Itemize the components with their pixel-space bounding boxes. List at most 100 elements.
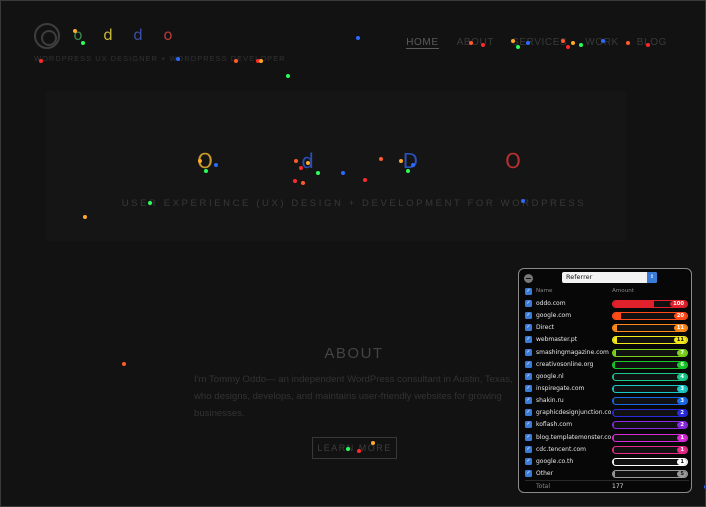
heatmap-dot	[294, 159, 298, 163]
heatmap-dot	[198, 159, 202, 163]
brand-letter: o	[163, 26, 175, 44]
referrer-row[interactable]: ✓ google.com 20	[525, 310, 689, 322]
row-checkbox[interactable]: ✓	[525, 384, 532, 392]
referrer-row[interactable]: ✓ creativosonline.org 6	[525, 359, 689, 371]
heatmap-dot	[356, 36, 360, 40]
referrer-row[interactable]: ✓ Other 5	[525, 468, 689, 480]
total-value: 177	[612, 483, 624, 490]
nav-services[interactable]: SERVICES	[512, 37, 567, 49]
heatmap-dot	[286, 74, 290, 78]
row-checkbox[interactable]: ✓	[525, 336, 532, 344]
heatmap-dot	[579, 43, 583, 47]
amount-bar-fill	[613, 313, 622, 320]
collapse-icon[interactable]	[524, 274, 533, 283]
heatmap-dot	[399, 159, 403, 163]
referrer-name: inspiregate.com	[536, 384, 585, 392]
amount-bar: 100	[612, 300, 688, 308]
row-checkbox[interactable]: ✓	[525, 397, 532, 405]
row-checkbox[interactable]: ✓	[525, 312, 532, 320]
heatmap-dot	[411, 163, 415, 167]
referrer-row[interactable]: ✓ koflash.com 2	[525, 419, 689, 431]
referrer-name: koflash.com	[536, 421, 573, 429]
chevron-updown-icon[interactable]: ⇕	[647, 272, 657, 283]
heatmap-dot	[306, 161, 310, 165]
amount-bar: 5	[612, 469, 688, 478]
hero-wordmark: O d D O	[194, 149, 524, 173]
nav-about[interactable]: ABOUT	[457, 37, 494, 49]
amount-value: 20	[673, 313, 687, 320]
amount-bar-fill	[613, 373, 615, 380]
nav-home[interactable]: HOME	[406, 37, 439, 49]
amount-value: 7	[677, 349, 687, 356]
row-checkbox[interactable]: ✓	[525, 433, 532, 441]
about-paragraph: I'm Tommy Oddo— an independent WordPress…	[194, 374, 513, 419]
brand-wordmark[interactable]: o d d o	[71, 26, 177, 44]
referrer-name: shakin.ru	[536, 397, 564, 405]
heatmap-dot	[122, 362, 126, 366]
referrer-name: Other	[536, 469, 554, 477]
amount-bar: 11	[612, 336, 688, 345]
row-checkbox[interactable]: ✓	[525, 421, 532, 429]
row-checkbox[interactable]: ✓	[525, 445, 532, 453]
referrer-row[interactable]: ✓ Direct 11	[525, 322, 689, 334]
heatmap-dot	[346, 447, 350, 451]
referrer-row[interactable]: ✓ oddo.com 100	[525, 298, 689, 310]
amount-value: 6	[677, 361, 687, 368]
heatmap-dot	[601, 39, 605, 43]
referrer-row[interactable]: ✓ graphicdesignjunction.co 2	[525, 407, 689, 419]
amount-value: 3	[677, 398, 687, 405]
column-name: Name	[536, 288, 553, 294]
referrer-total-row: Total 177	[525, 480, 689, 490]
row-checkbox[interactable]: ✓	[525, 372, 532, 380]
amount-bar-fill	[613, 385, 615, 392]
referrer-select[interactable]: Referrer ⇕	[562, 272, 657, 283]
row-checkbox[interactable]: ✓	[525, 469, 532, 477]
referrer-name: Direct	[536, 324, 554, 332]
amount-bar: 11	[612, 324, 688, 333]
row-checkbox[interactable]: ✓	[525, 360, 532, 368]
heatmap-dot	[204, 169, 208, 173]
select-all-checkbox[interactable]: ✓	[525, 288, 532, 295]
amount-value: 1	[677, 434, 687, 441]
referrer-select-value: Referrer	[566, 273, 593, 281]
referrer-name: google.nl	[536, 372, 564, 380]
referrer-row[interactable]: ✓ google.co.th 1	[525, 456, 689, 468]
referrer-row[interactable]: ✓ inspiregate.com 3	[525, 383, 689, 395]
amount-bar-fill	[613, 337, 618, 344]
heatmap-dot	[81, 41, 85, 45]
amount-bar-fill	[613, 446, 614, 453]
amount-value: 100	[670, 301, 687, 307]
brand-letter: d	[133, 26, 145, 44]
row-checkbox[interactable]: ✓	[525, 409, 532, 417]
row-checkbox[interactable]: ✓	[525, 300, 532, 307]
amount-bar: 20	[612, 312, 688, 321]
amount-bar-fill	[613, 470, 616, 477]
referrer-row[interactable]: ✓ webmaster.pt 11	[525, 334, 689, 346]
referrer-row[interactable]: ✓ google.nl 4	[525, 371, 689, 383]
heatmap-dot	[73, 29, 77, 33]
amount-value: 11	[673, 325, 687, 332]
row-checkbox[interactable]: ✓	[525, 324, 532, 332]
heatmap-dot	[39, 59, 43, 63]
heatmap-dot	[148, 201, 152, 205]
heatmap-dot	[379, 157, 383, 161]
heatmap-dot	[293, 179, 297, 183]
amount-bar-fill	[613, 434, 614, 441]
referrer-row[interactable]: ✓ shakin.ru 3	[525, 395, 689, 407]
nav-blog[interactable]: BLOG	[637, 37, 667, 49]
target-logo-icon[interactable]	[34, 23, 60, 49]
learn-more-button[interactable]: LEARN MORE	[312, 437, 397, 459]
heatmap-dot	[571, 41, 575, 45]
heatmap-dot	[566, 45, 570, 49]
referrer-row[interactable]: ✓ smashingmagazine.com 7	[525, 347, 689, 359]
amount-value: 5	[677, 470, 687, 477]
row-checkbox[interactable]: ✓	[525, 457, 532, 465]
referrer-row[interactable]: ✓ cdc.tencent.com 1	[525, 444, 689, 456]
amount-bar: 1	[612, 457, 688, 466]
heatmap-dot	[561, 39, 565, 43]
referrer-row[interactable]: ✓ blog.templatemonster.co 1	[525, 432, 689, 444]
referrer-name: google.com	[536, 312, 572, 320]
amount-value: 2	[677, 410, 687, 417]
row-checkbox[interactable]: ✓	[525, 348, 532, 356]
heatmap-dot	[521, 199, 525, 203]
